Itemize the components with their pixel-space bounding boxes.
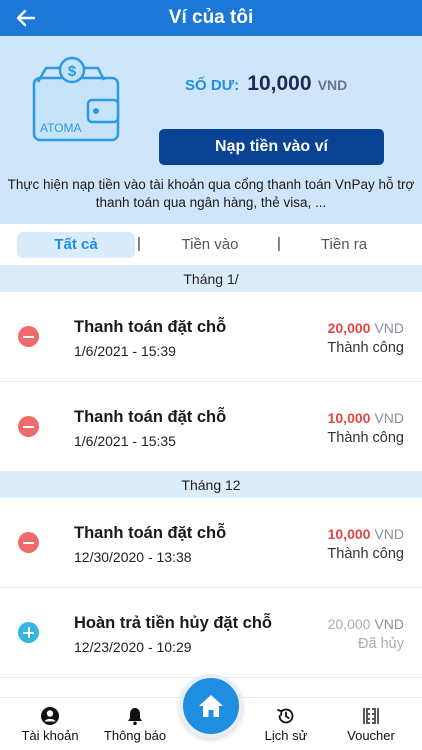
wallet-logo-text: ATOMA — [40, 121, 82, 135]
account-icon — [41, 707, 59, 725]
nav-account[interactable]: Tài khoản — [10, 706, 90, 743]
voucher-icon — [363, 708, 379, 724]
nav-history-label: Lịch sử — [264, 728, 308, 743]
history-icon — [277, 708, 294, 724]
month-header: Tháng 1/ — [0, 266, 422, 292]
tab-income[interactable]: Tiền vào — [160, 232, 260, 258]
home-button[interactable] — [179, 674, 243, 738]
minus-circle-icon — [18, 326, 39, 347]
transaction-title: Thanh toán đặt chỗ — [74, 318, 227, 336]
transaction-datetime: 1/6/2021 - 15:39 — [74, 343, 176, 359]
transaction-item[interactable]: Hoàn trả tiền hủy đặt chỗ 12/23/2020 - 1… — [0, 588, 422, 678]
balance-display: SỐ DƯ: 10,000 VND — [185, 72, 347, 96]
transaction-amount: 10,000 VND — [327, 410, 404, 426]
nav-voucher[interactable]: Voucher — [331, 706, 411, 743]
transaction-amount: 20,000 VND — [327, 320, 404, 336]
transaction-title: Thanh toán đặt chỗ — [74, 524, 227, 542]
minus-circle-icon — [18, 416, 39, 437]
transaction-status: Đã hủy — [358, 636, 404, 652]
transaction-amount: 10,000 VND — [327, 526, 404, 542]
svg-text:$: $ — [68, 63, 77, 80]
transaction-title: Hoàn trả tiền hủy đặt chỗ — [74, 614, 273, 632]
transaction-datetime: 12/23/2020 - 10:29 — [74, 639, 192, 655]
topup-wallet-button[interactable]: Nạp tiền vào ví — [159, 129, 384, 165]
wallet-summary-panel: $ ATOMA SỐ DƯ: 10,000 VND Nạp tiền vào v… — [0, 36, 422, 224]
transaction-datetime: 1/6/2021 - 15:35 — [74, 433, 176, 449]
transaction-amount: 20,000 VND — [327, 616, 404, 632]
transaction-filter-tabs: Tất cả | Tiền vào | Tiền ra — [0, 224, 422, 266]
transaction-datetime: 12/30/2020 - 13:38 — [74, 549, 192, 565]
nav-account-label: Tài khoản — [21, 728, 79, 743]
nav-history[interactable]: Lịch sử — [246, 706, 326, 743]
transaction-status: Thành công — [327, 546, 404, 562]
app-header: Ví của tôi — [0, 0, 422, 36]
transaction-status: Thành công — [327, 430, 404, 446]
balance-amount: 10,000 — [247, 72, 312, 95]
transaction-item[interactable]: Thanh toán đặt chỗ 1/6/2021 - 15:39 20,0… — [0, 292, 422, 382]
bell-icon — [128, 708, 142, 726]
minus-circle-icon — [18, 532, 39, 553]
transaction-item[interactable]: Thanh toán đặt chỗ 12/30/2020 - 13:38 10… — [0, 498, 422, 588]
balance-unit: VND — [317, 77, 348, 93]
transaction-item[interactable]: Thanh toán đặt chỗ 1/6/2021 - 15:35 10,0… — [0, 382, 422, 472]
transaction-list: Tháng 1/ Thanh toán đặt chỗ 1/6/2021 - 1… — [0, 266, 422, 678]
tab-all[interactable]: Tất cả — [17, 232, 135, 258]
tab-expense[interactable]: Tiền ra — [294, 232, 394, 258]
month-header: Tháng 12 — [0, 472, 422, 498]
balance-label: SỐ DƯ: — [185, 77, 240, 94]
topup-description: Thực hiện nạp tiền vào tài khoản qua cổn… — [7, 177, 415, 210]
plus-circle-icon — [18, 622, 39, 643]
tab-separator: | — [137, 235, 141, 252]
nav-notifications-label: Thông báo — [103, 728, 167, 743]
nav-voucher-label: Voucher — [347, 728, 395, 743]
nav-notifications[interactable]: Thông báo — [95, 706, 175, 743]
transaction-status: Thành công — [327, 340, 404, 356]
wallet-icon: $ ATOMA — [32, 56, 120, 142]
page-title: Ví của tôi — [168, 7, 254, 28]
transaction-title: Thanh toán đặt chỗ — [74, 408, 227, 426]
home-icon — [199, 695, 223, 717]
tab-separator: | — [277, 235, 281, 252]
